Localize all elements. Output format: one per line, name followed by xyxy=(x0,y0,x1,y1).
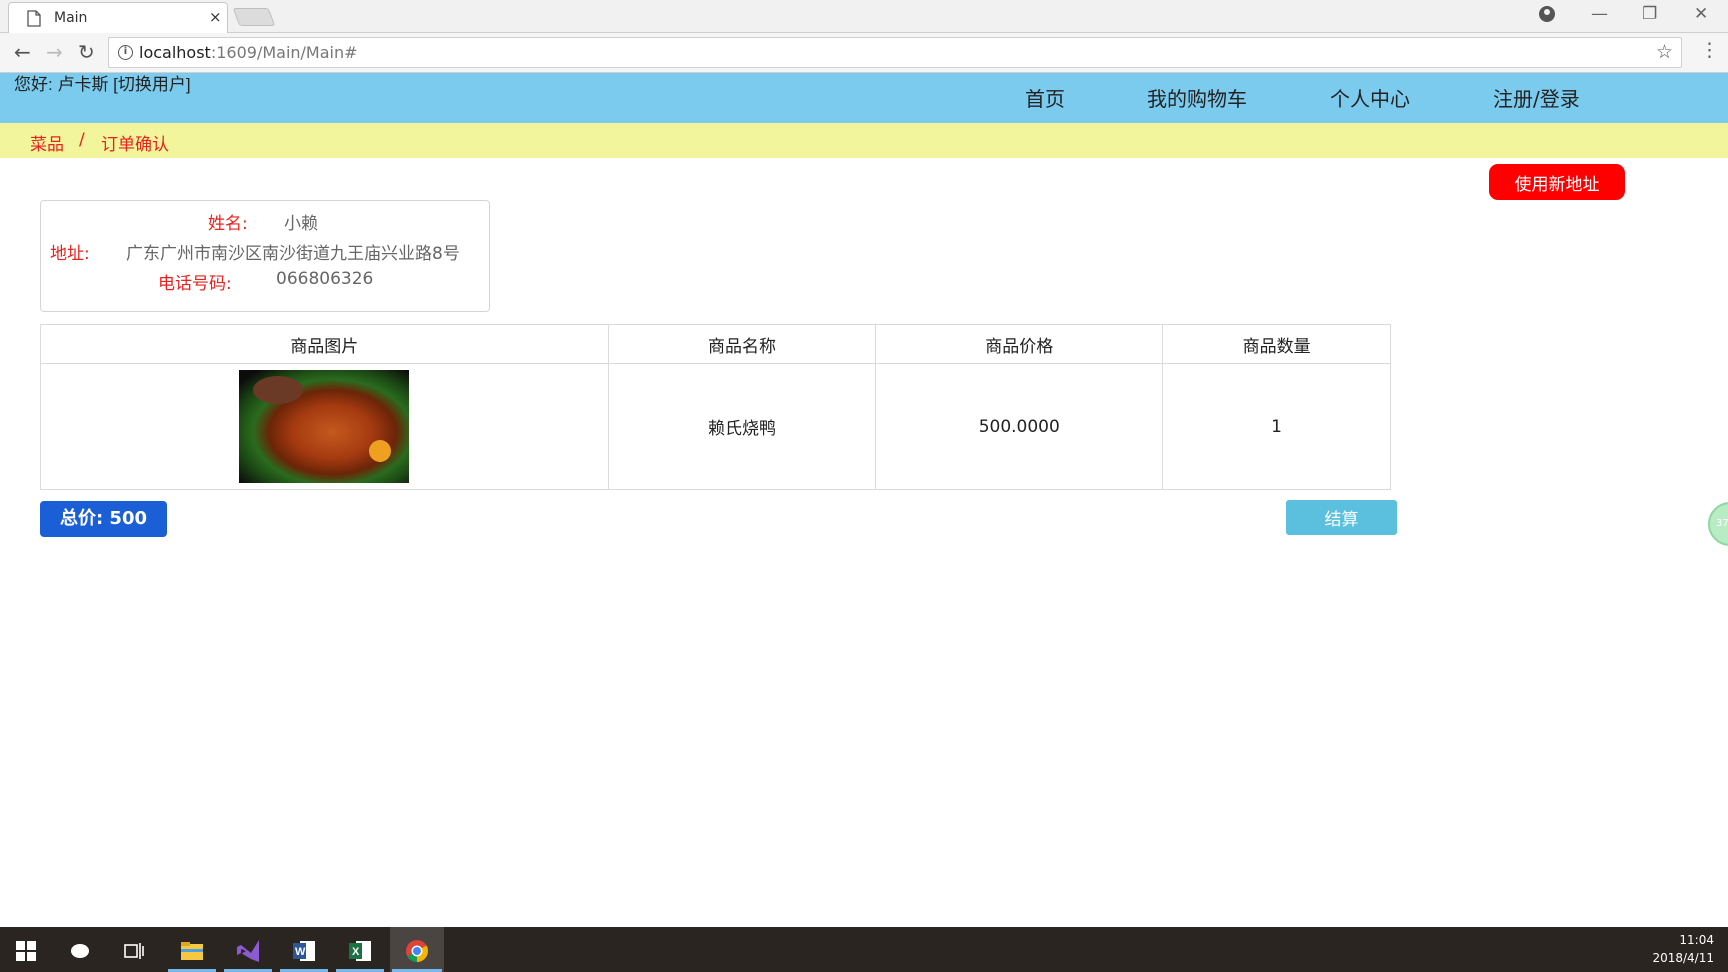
windows-start-icon[interactable] xyxy=(0,927,52,972)
roast-duck-image xyxy=(239,370,410,483)
address-card[interactable]: 姓名: 小赖 地址: 广东广州市南沙区南沙街道九王庙兴业路8号 电话号码: 06… xyxy=(40,200,490,312)
cortana-icon[interactable] xyxy=(54,927,106,972)
svg-text:X: X xyxy=(352,946,360,958)
svg-text:W: W xyxy=(295,946,306,958)
floating-widget[interactable]: 37 xyxy=(1708,502,1728,546)
profile-icon[interactable] xyxy=(1539,6,1555,22)
visual-studio-icon[interactable] xyxy=(222,927,274,972)
back-icon[interactable]: ← xyxy=(14,40,31,64)
file-explorer-icon[interactable] xyxy=(166,927,218,972)
cell-qty: 1 xyxy=(1162,363,1391,490)
address-label: 地址: xyxy=(50,244,90,264)
document-icon xyxy=(27,10,41,27)
url-text[interactable]: localhost:1609/Main/Main# xyxy=(139,43,358,62)
system-clock[interactable]: 11:04 2018/4/11 xyxy=(1652,931,1714,967)
new-tab-button[interactable] xyxy=(232,8,276,26)
breadcrumb-order-confirm: 订单确认 xyxy=(101,135,169,155)
word-icon[interactable]: W xyxy=(278,927,330,972)
name-label: 姓名: xyxy=(208,214,248,234)
cell-name: 赖氏烧鸭 xyxy=(607,363,877,490)
name-value: 小赖 xyxy=(284,214,318,234)
col-header-image: 商品图片 xyxy=(40,324,609,364)
tab-title: Main xyxy=(54,10,88,26)
nav-cart[interactable]: 我的购物车 xyxy=(1147,83,1247,112)
browser-toolbar: ← → ↻ i localhost:1609/Main/Main# ☆ ⋮ xyxy=(0,33,1728,73)
clock-date: 2018/4/11 xyxy=(1652,951,1714,965)
user-greeting[interactable]: 您好: 卢卡斯 [切换用户] xyxy=(14,70,191,95)
bookmark-star-icon[interactable]: ☆ xyxy=(1656,41,1673,63)
table-row: 赖氏烧鸭 500.0000 1 xyxy=(40,363,1391,490)
nav-profile[interactable]: 个人中心 xyxy=(1330,83,1410,112)
chrome-icon[interactable] xyxy=(390,927,444,972)
cell-price: 500.0000 xyxy=(875,363,1164,490)
use-new-address-button[interactable]: 使用新地址 xyxy=(1489,164,1625,200)
checkout-button[interactable]: 结算 xyxy=(1286,500,1397,535)
forward-icon[interactable]: → xyxy=(46,40,63,64)
close-window-icon[interactable]: ✕ xyxy=(1694,4,1708,24)
browser-menu-icon[interactable]: ⋮ xyxy=(1700,39,1719,61)
restore-icon[interactable]: ❐ xyxy=(1642,4,1657,24)
excel-icon[interactable]: X xyxy=(334,927,386,972)
reload-icon[interactable]: ↻ xyxy=(78,40,95,64)
minimize-icon[interactable]: — xyxy=(1591,4,1608,24)
tab-close-icon[interactable]: × xyxy=(209,8,222,26)
browser-tab[interactable]: Main × xyxy=(8,2,228,33)
breadcrumb: 菜品 / 订单确认 xyxy=(0,123,1728,158)
table-header-row: 商品图片 商品名称 商品价格 商品数量 xyxy=(40,324,1391,364)
col-header-qty: 商品数量 xyxy=(1162,324,1391,364)
info-icon[interactable]: i xyxy=(118,45,133,60)
site-header: 您好: 卢卡斯 [切换用户] 首页 我的购物车 个人中心 注册/登录 xyxy=(0,73,1728,123)
clock-time: 11:04 xyxy=(1679,933,1714,947)
breadcrumb-dishes[interactable]: 菜品 xyxy=(30,130,64,155)
col-header-name: 商品名称 xyxy=(607,324,877,364)
phone-label: 电话号码: xyxy=(158,274,232,294)
nav-register-login[interactable]: 注册/登录 xyxy=(1493,83,1580,112)
order-table: 商品图片 商品名称 商品价格 商品数量 赖氏烧鸭 500.0000 1 xyxy=(40,324,1391,490)
phone-value: 066806326 xyxy=(276,269,374,289)
total-price-badge: 总价: 500 xyxy=(40,501,167,537)
windows-taskbar: W X 11:04 2018/4/11 xyxy=(0,927,1728,972)
address-bar[interactable]: i localhost:1609/Main/Main# ☆ xyxy=(108,37,1682,68)
breadcrumb-separator: / xyxy=(79,130,85,150)
nav-home[interactable]: 首页 xyxy=(1025,83,1065,112)
browser-tab-strip: Main × — ❐ ✕ xyxy=(0,0,1728,33)
cell-image xyxy=(40,363,609,490)
col-header-price: 商品价格 xyxy=(875,324,1164,364)
task-view-icon[interactable] xyxy=(108,927,160,972)
address-value: 广东广州市南沙区南沙街道九王庙兴业路8号 xyxy=(126,244,460,264)
